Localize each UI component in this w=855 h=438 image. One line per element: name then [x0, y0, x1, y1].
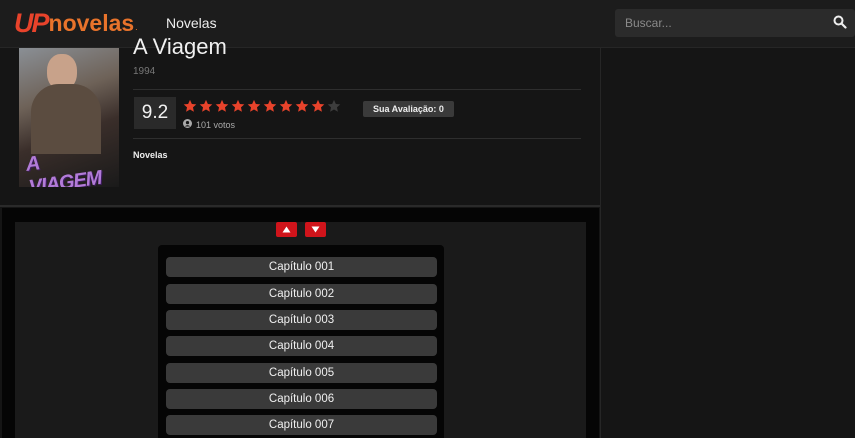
score-badge: 9.2	[134, 97, 176, 129]
star-icon[interactable]	[311, 99, 325, 113]
logo-up-text: UP	[14, 7, 49, 38]
episode-item[interactable]: Capítulo 006	[166, 389, 437, 409]
search-box	[615, 9, 855, 37]
star-icon[interactable]	[327, 99, 341, 113]
column-divider	[600, 48, 601, 438]
episode-item[interactable]: Capítulo 004	[166, 336, 437, 356]
episode-item[interactable]: Capítulo 002	[166, 284, 437, 304]
episode-item[interactable]: Capítulo 003	[166, 310, 437, 330]
episode-item[interactable]: Capítulo 007	[166, 415, 437, 435]
star-icon[interactable]	[183, 99, 197, 113]
show-year: 1994	[133, 66, 156, 77]
star-icon[interactable]	[263, 99, 277, 113]
logo-dot: .	[135, 22, 138, 32]
show-poster[interactable]: A VIAGEM	[19, 48, 119, 187]
logo-novelas-text: novelas	[48, 9, 135, 36]
votes-count: 101 votos	[183, 119, 235, 130]
votes-text: 101 votos	[196, 119, 236, 130]
section-separator	[0, 205, 600, 207]
scroll-up-button[interactable]	[276, 222, 297, 237]
genre-label[interactable]: Novelas	[133, 150, 168, 160]
star-icon[interactable]	[295, 99, 309, 113]
star-icon[interactable]	[247, 99, 261, 113]
divider	[133, 89, 581, 90]
star-icon[interactable]	[199, 99, 213, 113]
star-icon[interactable]	[279, 99, 293, 113]
scroll-down-button[interactable]	[305, 222, 326, 237]
star-rating[interactable]	[183, 99, 341, 113]
divider	[133, 138, 581, 139]
site-logo[interactable]: UP novelas .	[14, 8, 138, 38]
episode-item[interactable]: Capítulo 005	[166, 363, 437, 383]
star-icon[interactable]	[231, 99, 245, 113]
search-input[interactable]	[615, 9, 835, 37]
show-title: A Viagem	[133, 34, 227, 59]
user-icon	[183, 119, 192, 130]
search-icon[interactable]	[833, 15, 849, 31]
nav-link-novelas[interactable]: Novelas	[166, 15, 217, 31]
user-rating-badge: Sua Avaliação: 0	[363, 101, 454, 117]
episode-item[interactable]: Capítulo 001	[166, 257, 437, 277]
poster-figure	[31, 84, 101, 154]
top-navigation-bar: UP novelas . Novelas	[0, 0, 855, 48]
star-icon[interactable]	[215, 99, 229, 113]
